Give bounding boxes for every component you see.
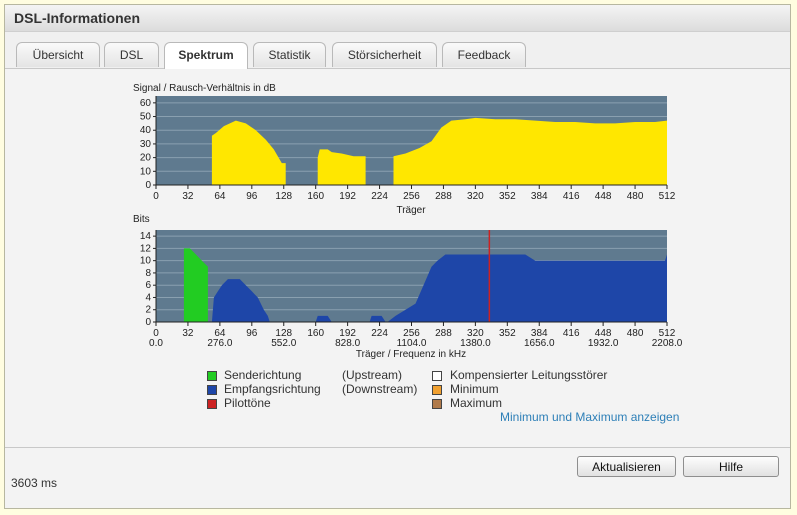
x-tick-label: 128 — [275, 191, 292, 202]
x-tick-label: 448 — [595, 191, 612, 202]
x-tick-label: 288 — [435, 191, 452, 202]
snr-y-axis: 0 10 20 30 40 50 60 — [140, 98, 156, 191]
x-tick-label: 416 — [563, 191, 580, 202]
load-time: 3603 ms — [11, 476, 58, 490]
y-tick-label: 12 — [140, 243, 152, 254]
x-tick-label: 96 — [246, 191, 258, 202]
x-tick-label: 416 — [563, 328, 580, 339]
x-tick-label: 480 — [627, 328, 644, 339]
legend-label-minimum: Minimum — [450, 382, 499, 396]
x-tick-label: 160 — [307, 191, 324, 202]
freq-tick-label: 1656.0 — [524, 338, 555, 349]
snr-x-label: Träger — [396, 205, 426, 216]
legend-swatch-compensated — [432, 371, 442, 381]
legend-swatch-upstream — [207, 371, 217, 381]
legend-swatch-minimum — [432, 385, 442, 395]
x-tick-label: 320 — [467, 191, 484, 202]
x-tick-label: 384 — [531, 191, 548, 202]
bits-freq-axis: 0.0 276.0 552.0 828.0 1104.0 1380.0 1656.0 1932… — [149, 338, 683, 349]
snr-chart-title: Signal / Rausch-Verhältnis in dB — [133, 83, 276, 94]
y-tick-label: 0 — [145, 180, 151, 191]
legend-dir-upstream: (Upstream) — [342, 368, 403, 382]
y-tick-label: 60 — [140, 98, 152, 109]
x-tick-label: 512 — [659, 191, 676, 202]
y-tick-label: 20 — [140, 153, 152, 164]
refresh-button[interactable]: Aktualisieren — [577, 456, 676, 477]
freq-tick-label: 1932.0 — [588, 338, 619, 349]
x-tick-label: 32 — [182, 328, 194, 339]
x-tick-label: 352 — [499, 328, 516, 339]
y-tick-label: 6 — [145, 280, 151, 291]
freq-tick-label: 828.0 — [335, 338, 360, 349]
x-tick-label: 480 — [627, 191, 644, 202]
x-tick-label: 160 — [307, 328, 324, 339]
y-tick-label: 10 — [140, 256, 152, 267]
x-tick-label: 0 — [153, 191, 159, 202]
bits-x-label: Träger / Frequenz in kHz — [356, 349, 466, 360]
freq-tick-label: 276.0 — [207, 338, 232, 349]
snr-x-axis: 0 32 64 96 128 160 192 224 256 288 320 352 384 416 448… — [153, 185, 676, 202]
freq-tick-label: 1380.0 — [460, 338, 491, 349]
legend-swatch-maximum — [432, 399, 442, 409]
y-tick-label: 0 — [145, 317, 151, 328]
y-tick-label: 2 — [145, 305, 151, 316]
bits-chart-title: Bits — [133, 214, 150, 225]
x-tick-label: 32 — [182, 191, 194, 202]
x-tick-label: 96 — [246, 328, 258, 339]
x-tick-label: 224 — [371, 191, 388, 202]
legend-label-upstream: Senderichtung — [224, 368, 302, 382]
legend-dir-downstream: (Downstream) — [342, 382, 418, 396]
y-tick-label: 8 — [145, 268, 151, 279]
freq-tick-label: 1104.0 — [397, 338, 427, 349]
x-tick-label: 352 — [499, 191, 516, 202]
x-tick-label: 192 — [339, 191, 356, 202]
legend-swatch-downstream — [207, 385, 217, 395]
y-tick-label: 50 — [140, 112, 152, 123]
x-tick-label: 256 — [403, 191, 420, 202]
y-tick-label: 14 — [140, 231, 152, 242]
legend-label-pilot: Pilottöne — [224, 396, 271, 410]
freq-tick-label: 0.0 — [149, 338, 163, 349]
y-tick-label: 4 — [145, 292, 151, 303]
legend-label-compensated: Kompensierter Leitungsstörer — [450, 368, 608, 382]
x-tick-label: 224 — [371, 328, 388, 339]
y-tick-label: 10 — [140, 166, 152, 177]
legend-label-maximum: Maximum — [450, 396, 503, 410]
y-tick-label: 30 — [140, 139, 152, 150]
freq-tick-label: 552.0 — [271, 338, 296, 349]
show-min-max-link[interactable]: Minimum und Maximum anzeigen — [500, 410, 679, 424]
y-tick-label: 40 — [140, 125, 152, 136]
bits-y-axis: 02 46810 1214 — [140, 231, 156, 328]
legend-swatch-pilot — [207, 399, 217, 409]
bits-x-axis: 0 32 64 96 128 160 192 224 256 288 320 352 384 416 448… — [153, 322, 676, 339]
x-tick-label: 288 — [435, 328, 452, 339]
x-tick-label: 64 — [214, 191, 226, 202]
legend-label-downstream: Empfangsrichtung — [224, 382, 321, 396]
help-button[interactable]: Hilfe — [683, 456, 779, 477]
freq-tick-label: 2208.0 — [652, 338, 683, 349]
charts-svg: Signal / Rausch-Verhältnis in dB 0102030… — [133, 83, 683, 360]
